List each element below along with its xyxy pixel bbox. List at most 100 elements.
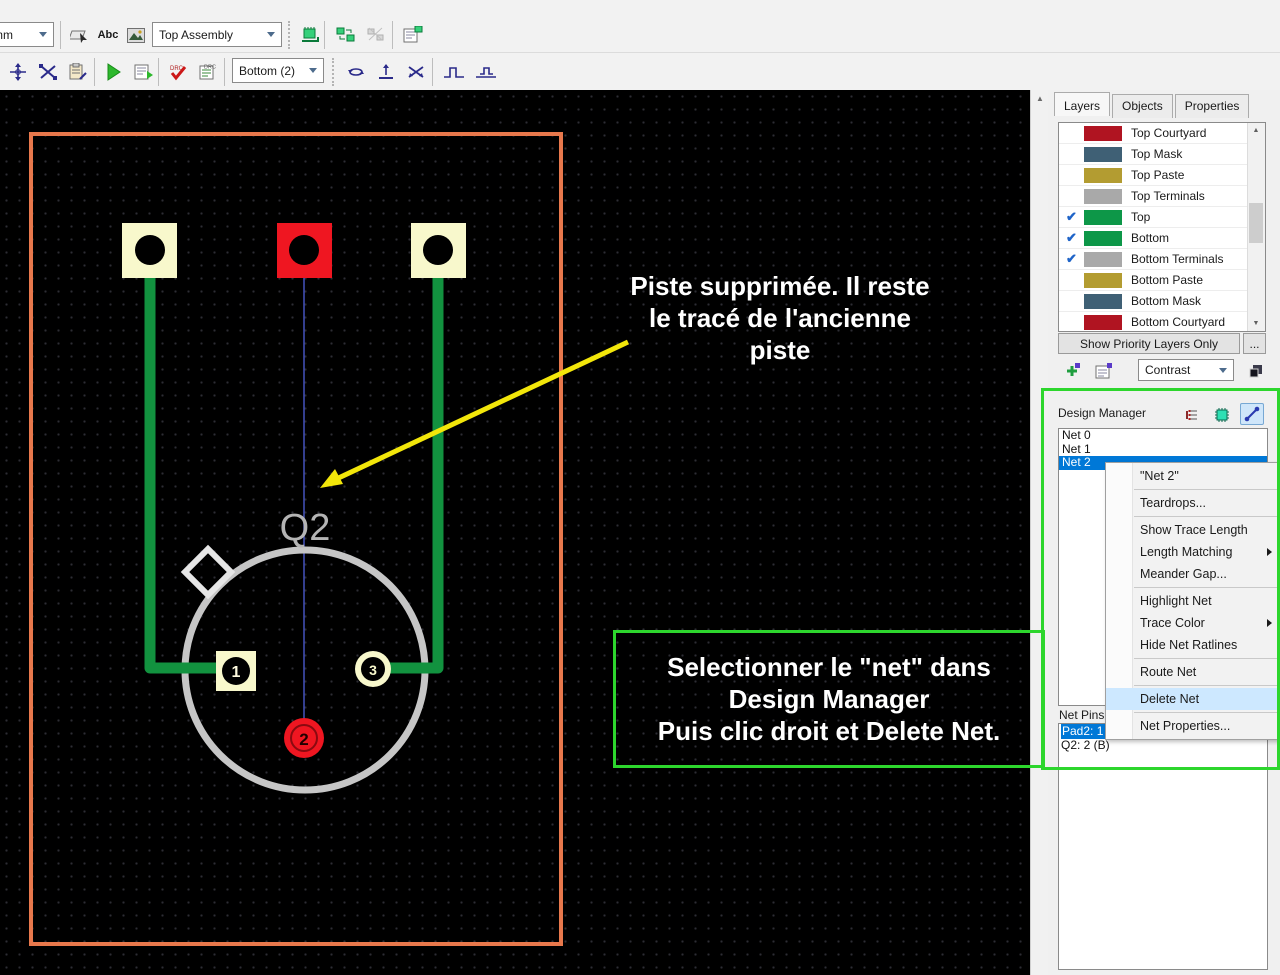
net-context-menu: "Net 2" Teardrops... Show Trace Length L… [1105,462,1280,740]
layer-check-icon[interactable]: ✔ [1059,228,1084,248]
tab-properties[interactable]: Properties [1174,94,1250,118]
toolbar-area: mm Abc Top Assembly [0,0,1280,91]
add-layer-button[interactable] [1060,360,1084,382]
component-properties-button[interactable] [399,21,427,49]
menu-item-delete-net[interactable]: Delete Net [1106,688,1279,710]
tab-objects[interactable]: Objects [1112,94,1173,118]
annotation-arrow [320,339,630,488]
pcb-drawing: 1 3 2 Q2 [29,132,630,946]
net-pin-item[interactable]: Q2: 2 (B) [1059,738,1267,752]
components-tab-icon[interactable] [1210,404,1234,426]
menu-item-hide-net-ratlines[interactable]: Hide Net Ratlines [1106,634,1279,656]
layer-row[interactable]: ✔Top Paste [1059,165,1248,186]
layer-swatch [1084,251,1122,267]
menu-item-net-name[interactable]: "Net 2" [1106,465,1279,487]
contrast-preview-icon[interactable] [1244,360,1268,382]
layer-row[interactable]: ✔Top Courtyard [1059,123,1248,144]
place-component-button[interactable] [296,21,324,49]
menu-item-route-net[interactable]: Route Net [1106,661,1279,683]
layer-check-icon[interactable]: ✔ [1059,249,1084,269]
layer-swatch [1084,209,1122,225]
update-components-button[interactable] [332,21,360,49]
layer-row[interactable]: ✔Top Mask [1059,144,1248,165]
chevron-down-icon [1219,367,1227,373]
layer-check-icon[interactable]: ✔ [1059,207,1084,227]
layer-swatch [1084,272,1122,288]
assembly-layer-value: Top Assembly [159,27,234,42]
show-priority-layers-button[interactable]: Show Priority Layers Only [1058,333,1240,354]
split-trace-button[interactable] [34,58,62,86]
pad-3[interactable]: 3 [355,651,391,687]
scroll-up-button[interactable]: ▲ [1248,123,1264,138]
route-setup-button[interactable] [130,58,158,86]
active-layer-value: Bottom (2) [239,63,296,78]
menu-item-highlight-net[interactable]: Highlight Net [1106,590,1279,612]
layer-row[interactable]: ✔Bottom Courtyard [1059,312,1248,333]
menu-separator [1134,489,1277,490]
grid-unit-value: mm [0,27,13,42]
chevron-down-icon [39,32,47,37]
layer-row[interactable]: ✔Bottom Mask [1059,291,1248,312]
layer-swatch [1084,125,1122,141]
meander-line-button[interactable] [472,58,500,86]
components-list-icon[interactable] [1180,404,1204,426]
menu-item-show-trace-length[interactable]: Show Trace Length [1106,519,1279,541]
meander-button[interactable] [440,58,468,86]
pad-2[interactable]: 2 [284,718,324,758]
pad-3-label: 3 [369,662,377,678]
pad-2-label: 2 [299,730,308,749]
layer-swatch [1084,230,1122,246]
layer-row[interactable]: ✔ Bottom [1059,228,1248,249]
drc-report-button[interactable]: DRC [194,58,222,86]
layer-row[interactable]: ✔ Bottom Terminals [1059,249,1248,270]
pad-1[interactable]: 1 [216,651,256,691]
paste-special-button[interactable] [64,58,92,86]
menu-item-meander-gap[interactable]: Meander Gap... [1106,563,1279,585]
trace-left[interactable] [144,278,236,674]
place-text-button[interactable]: Abc [94,21,122,49]
assembly-layer-combo[interactable]: Top Assembly [152,22,282,47]
active-layer-combo[interactable]: Bottom (2) [232,58,324,83]
nets-tab-icon[interactable] [1240,403,1264,425]
menu-item-length-matching[interactable]: Length Matching [1106,541,1279,563]
menu-item-teardrops[interactable]: Teardrops... [1106,492,1279,514]
menu-item-trace-color[interactable]: Trace Color [1106,612,1279,634]
layer-swatch [1084,188,1122,204]
layer-setup-button[interactable] [1092,360,1116,382]
layer-swatch [1084,314,1122,330]
loop-removal-button[interactable] [342,58,370,86]
pcb-canvas[interactable]: 1 3 2 Q2 Piste supprimée. Il reste le tr… [0,90,1030,975]
net-item[interactable]: Net 0 [1059,428,1267,443]
drc-check-button[interactable]: DRC [164,58,192,86]
menu-item-net-properties[interactable]: Net Properties... [1106,715,1279,737]
pad-top-left[interactable] [122,223,177,278]
scroll-down-button[interactable]: ▼ [1248,316,1264,331]
vertical-align-button[interactable] [372,58,400,86]
contrast-value: Contrast [1145,363,1191,377]
scroll-up-button[interactable]: ▲ [1031,90,1049,107]
hide-ratlines-button-disabled[interactable] [362,21,390,49]
menu-separator [1134,658,1277,659]
run-autoroute-button[interactable] [100,58,128,86]
place-image-button[interactable] [122,21,150,49]
layer-row[interactable]: ✔Bottom Paste [1059,270,1248,291]
layer-row[interactable]: ✔Top Terminals [1059,186,1248,207]
contrast-combo[interactable]: Contrast [1138,359,1234,381]
layers-list[interactable]: ✔Top Courtyard ✔Top Mask ✔Top Paste ✔Top… [1058,122,1266,333]
net-pins-list[interactable]: Pad2: 1 Q2: 2 (B) [1058,723,1268,970]
canvas-vertical-scrollbar[interactable]: ▲ [1030,90,1049,975]
net-pins-label: Net Pins: [1059,708,1108,722]
grid-unit-combo[interactable]: mm [0,22,54,47]
scrollbar-thumb[interactable] [1249,203,1263,243]
chevron-down-icon [267,32,275,37]
pad-top-middle[interactable] [277,223,332,278]
tab-layers[interactable]: Layers [1054,92,1111,116]
move-tool-button[interactable] [4,58,32,86]
crossing-reduce-button[interactable] [402,58,430,86]
place-shape-button[interactable] [66,21,94,49]
layer-row[interactable]: ✔ Top [1059,207,1248,228]
pad-top-right[interactable] [411,223,466,278]
layers-list-scrollbar[interactable]: ▲ ▼ [1247,123,1265,331]
net-item[interactable]: Net 1 [1059,442,1267,457]
more-layers-button[interactable]: ... [1243,333,1266,354]
